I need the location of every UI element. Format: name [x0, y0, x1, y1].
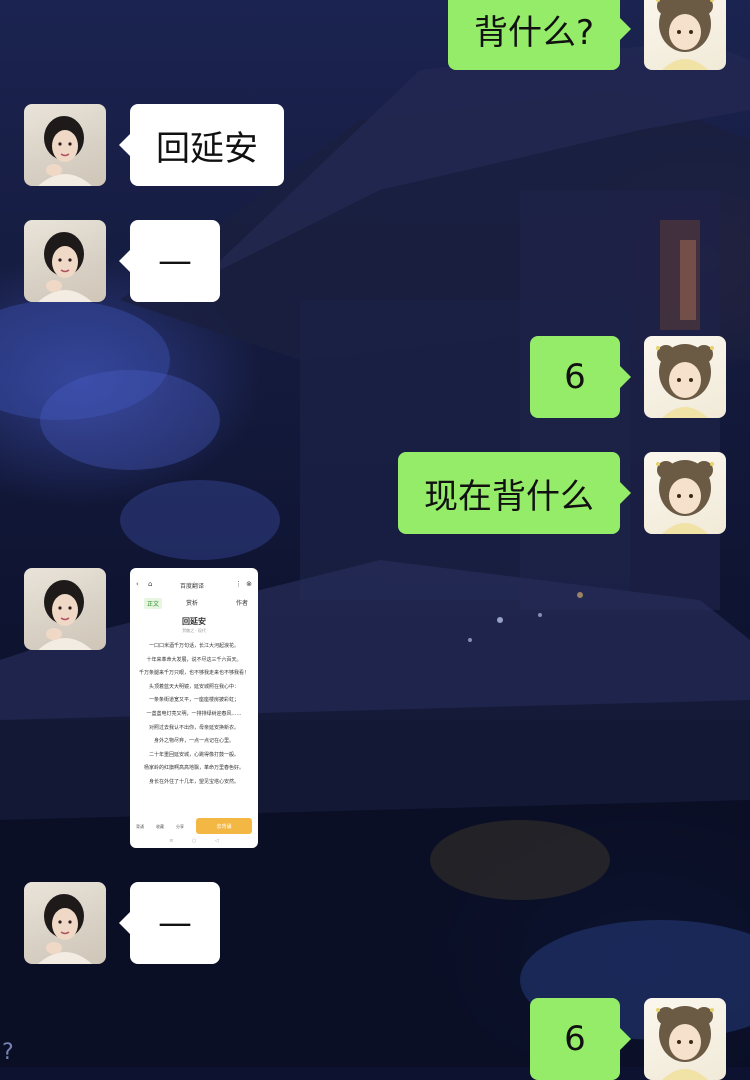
message-row-left: ‹ ⌂ 百度翻译 ⋮ ⊗ 正文 赏析 作者 回延安 贺敬之 · 现代 一口口米酒… — [24, 568, 258, 848]
message-bubble-sent[interactable]: 现在背什么 — [398, 452, 631, 534]
message-row-right: 背什么? — [447, 0, 726, 70]
message-bubble-received[interactable]: 回延安 — [119, 104, 284, 186]
poem-lines: 一口口米酒千万句话，长江大河起浪花。 十年来革命大发展，说不尽这三千六百天。 千… — [136, 640, 252, 790]
shared-screenshot-image[interactable]: ‹ ⌂ 百度翻译 ⋮ ⊗ 正文 赏析 作者 回延安 贺敬之 · 现代 一口口米酒… — [130, 568, 258, 848]
tab-author: 作者 — [235, 600, 248, 607]
my-avatar[interactable] — [644, 0, 726, 70]
contact-avatar[interactable] — [24, 882, 106, 964]
message-bubble-sent[interactable]: 6 — [530, 998, 631, 1080]
home-icon: ⌂ — [148, 580, 153, 588]
close-icon: ⊗ — [246, 580, 252, 588]
poem-line: 头顶着蓝天大明镜，延安城照在我心中： — [148, 683, 239, 690]
poem-line: 对照过去我认不出你，母亲延安换新衣。 — [148, 724, 239, 731]
back-triangle-icon: ◁ — [214, 838, 219, 844]
contact-avatar[interactable] — [24, 104, 106, 186]
contact-avatar[interactable] — [24, 568, 106, 650]
menu-icon: ≡ — [169, 838, 174, 844]
bottom-action: 收藏 — [156, 824, 164, 829]
poem-line: 千万条腿来千万只眼，也不够我走来也不够我看！ — [138, 670, 249, 677]
my-avatar[interactable] — [644, 998, 726, 1080]
poem-line: 杨家岭的红旗啊高高地飘，革命万里春色好。 — [143, 765, 244, 772]
my-avatar[interactable] — [644, 336, 726, 418]
home-circle-icon: ○ — [191, 838, 197, 844]
my-avatar[interactable] — [644, 452, 726, 534]
bottom-action: 分享 — [176, 824, 184, 829]
message-bubble-received[interactable]: — — [119, 882, 220, 964]
poem-line: 身长在外住了十几年，望见宝塔心安然。 — [148, 778, 239, 785]
back-icon: ‹ — [136, 580, 139, 588]
app-bottom-bar: 背诵 收藏 分享 去背诵 — [136, 818, 252, 834]
contact-avatar[interactable] — [24, 220, 106, 302]
status-bar — [136, 572, 252, 580]
poem-line: 身外之物尽弃，一点一点记在心里。 — [153, 738, 234, 745]
system-nav-bar: ≡ ○ ◁ — [160, 838, 228, 846]
message-bubble-sent[interactable]: 背什么? — [447, 0, 632, 70]
corner-glyph: ? — [2, 1040, 14, 1065]
app-nav-bar: ‹ ⌂ 百度翻译 ⋮ ⊗ — [136, 580, 252, 592]
tab-appreciation: 赏析 — [186, 600, 199, 607]
poem-line: 一口口米酒千万句话，长江大河起浪花。 — [148, 643, 239, 649]
poem-meta: 贺敬之 · 现代 — [182, 628, 206, 633]
message-row-right: 现在背什么 — [398, 452, 726, 534]
message-bubble-sent[interactable]: 6 — [530, 336, 631, 418]
bottom-action: 背诵 — [136, 824, 144, 829]
poem-title: 回延安 — [182, 617, 206, 626]
content-tabs: 正文 赏析 作者 — [138, 596, 250, 609]
message-row-right: 6 — [530, 998, 726, 1080]
poem-line: 一盏盏电灯亮又明，一排排绿树迎春风…… — [146, 710, 242, 717]
app-title: 百度翻译 — [180, 583, 205, 590]
tab-text: 正文 — [144, 598, 163, 609]
more-icon: ⋮ — [235, 580, 242, 588]
message-row-left: 回延安 — [24, 104, 284, 186]
poem-line: 一条条街道宽又平，一座座楼房披彩虹； — [148, 697, 239, 704]
message-row-left: — — [24, 220, 220, 302]
recite-button: 去背诵 — [196, 818, 252, 834]
poem-line: 十年来革命大发展，说不尽这三千六百天。 — [146, 656, 242, 663]
message-row-right: 6 — [530, 336, 726, 418]
message-bubble-received[interactable]: — — [119, 220, 220, 302]
message-row-left: — — [24, 882, 220, 964]
poem-line: 二十年重回延安城，心跳得像打鼓一般。 — [148, 751, 239, 758]
